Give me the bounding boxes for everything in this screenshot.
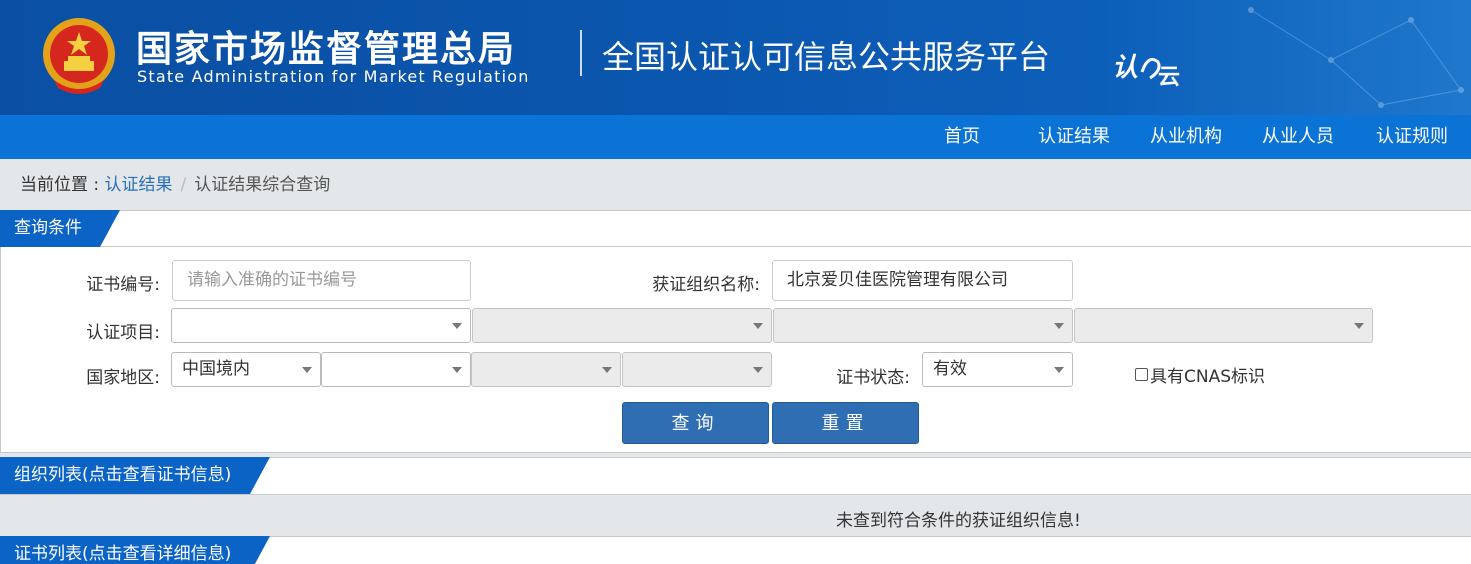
national-emblem-icon: [43, 18, 115, 94]
search-button[interactable]: 查询: [622, 402, 769, 444]
header-divider: [580, 30, 582, 76]
region-select-district[interactable]: [622, 352, 772, 387]
nav-item-rules[interactable]: 认证规则: [1376, 115, 1448, 159]
region-select-city[interactable]: [471, 352, 621, 387]
org-list-header: 组织列表(点击查看证书信息): [0, 457, 1471, 494]
project-select-3[interactable]: [773, 308, 1073, 343]
breadcrumb-link-cert-results[interactable]: 认证结果: [105, 175, 173, 195]
breadcrumb-separator: /: [180, 175, 187, 195]
project-select-2[interactable]: [472, 308, 772, 343]
platform-title: 全国认证认可信息公共服务平台: [602, 38, 1051, 76]
cert-list-title: 证书列表(点击查看详细信息): [0, 536, 270, 564]
cnas-checkbox[interactable]: [1135, 368, 1148, 381]
project-label: 认证项目:: [86, 323, 160, 343]
cnas-checkbox-wrap[interactable]: 具有CNAS标识: [1135, 362, 1265, 387]
cert-no-input[interactable]: 请输入准确的证书编号: [172, 260, 471, 301]
region-select-country[interactable]: 中国境内: [171, 352, 321, 387]
header-banner: 国家市场监督管理总局 State Administration for Mark…: [0, 0, 1471, 115]
cert-list-header: 证书列表(点击查看详细信息): [0, 536, 1471, 564]
chevron-down-icon: [1054, 323, 1064, 329]
org-name-label: 获证组织名称:: [652, 275, 760, 295]
nav-item-home[interactable]: 首页: [944, 115, 980, 159]
nav-item-institutions[interactable]: 从业机构: [1150, 115, 1222, 159]
reset-button[interactable]: 重置: [772, 402, 919, 444]
status-label: 证书状态:: [836, 368, 910, 388]
org-list-title: 组织列表(点击查看证书信息): [0, 457, 270, 494]
chevron-down-icon: [452, 323, 462, 329]
breadcrumb: 当前位置 : 认证结果 / 认证结果综合查询: [20, 170, 330, 195]
chevron-down-icon: [1354, 323, 1364, 329]
project-select-1[interactable]: [171, 308, 471, 343]
chevron-down-icon: [452, 367, 462, 373]
query-panel-title: 查询条件: [0, 210, 120, 247]
region-select-province[interactable]: [321, 352, 471, 387]
chevron-down-icon: [302, 367, 312, 373]
project-select-4[interactable]: [1074, 308, 1373, 343]
chevron-down-icon: [1054, 367, 1064, 373]
breadcrumb-prefix: 当前位置 :: [20, 175, 105, 195]
org-name-input[interactable]: 北京爱贝佳医院管理有限公司: [772, 260, 1073, 301]
breadcrumb-current: 认证结果综合查询: [194, 175, 331, 195]
main-nav: 首页 认证结果 从业机构 从业人员 认证规则: [0, 115, 1471, 159]
cert-list-panel: 证书列表(点击查看详细信息): [0, 536, 1471, 564]
svg-text:云: 云: [1158, 65, 1180, 88]
network-decoration-icon: [1248, 7, 1464, 108]
chevron-down-icon: [753, 367, 763, 373]
nav-item-personnel[interactable]: 从业人员: [1262, 115, 1334, 159]
svg-text:认: 认: [1112, 53, 1138, 83]
org-name-cn: 国家市场监督管理总局: [136, 29, 517, 70]
chevron-down-icon: [753, 323, 763, 329]
nav-item-cert-results[interactable]: 认证结果: [1038, 115, 1110, 159]
query-panel-header: 查询条件: [0, 210, 1471, 247]
platform-logo-icon: 认 云: [1112, 53, 1180, 88]
cnas-checkbox-label: 具有CNAS标识: [1150, 367, 1266, 387]
status-select[interactable]: 有效: [922, 352, 1073, 387]
chevron-down-icon: [602, 367, 612, 373]
org-list-panel: 组织列表(点击查看证书信息): [0, 457, 1471, 495]
cert-no-label: 证书编号:: [86, 275, 160, 295]
org-name-en: State Administration for Market Regulati…: [137, 67, 530, 86]
region-label: 国家地区:: [86, 368, 160, 388]
